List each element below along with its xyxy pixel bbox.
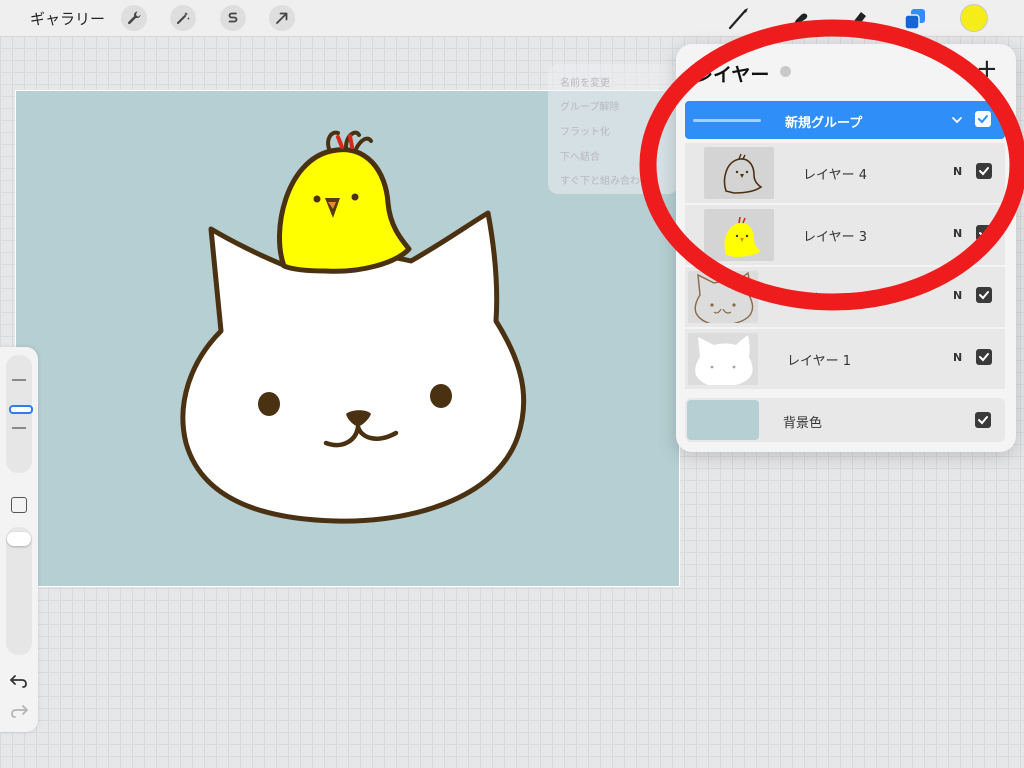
group-label: 新規グループ [785, 116, 863, 131]
modify-button[interactable] [11, 497, 27, 513]
redo-icon[interactable] [9, 701, 29, 719]
layer-name: レイヤー 1 [787, 354, 852, 369]
size-tick [12, 427, 26, 429]
layer-thumbnail [704, 209, 774, 261]
brush-size-slider[interactable] [6, 355, 33, 473]
layer-row-1[interactable]: レイヤー 1 N [685, 329, 1005, 389]
group-visibility-checkbox[interactable] [975, 111, 991, 127]
chevron-down-icon[interactable] [951, 114, 963, 126]
color-picker-button[interactable] [960, 4, 988, 32]
layer-thumbnail [704, 147, 774, 199]
blend-mode-button[interactable]: N [953, 289, 962, 302]
info-dot-icon [780, 66, 791, 77]
menu-item-combine-down[interactable]: すぐ下と組み合わせ [560, 172, 650, 187]
magic-wand-icon[interactable] [170, 5, 196, 31]
selection-s-icon[interactable] [220, 5, 246, 31]
layer-name: レイヤー 2 [787, 292, 852, 307]
layer-visibility-checkbox[interactable] [976, 287, 992, 303]
panel-title: レイヤー [694, 64, 770, 86]
smudge-icon[interactable] [786, 6, 812, 32]
background-color-swatch[interactable] [687, 400, 759, 440]
menu-item-rename[interactable]: 名前を変更 [560, 74, 610, 89]
layers-panel: レイヤー + 新規グループ レイヤー 4 N レイヤー 3 N レイヤー 2 N… [676, 44, 1016, 452]
layer-group-row[interactable]: 新規グループ [685, 101, 1005, 139]
size-tick [12, 379, 26, 381]
layer-visibility-checkbox[interactable] [976, 349, 992, 365]
menu-item-ungroup[interactable]: グループ解除 [560, 98, 619, 113]
layer-thumbnail [688, 271, 758, 323]
eraser-icon[interactable] [845, 6, 871, 32]
layers-icon[interactable] [902, 6, 928, 32]
layer-row-2[interactable]: レイヤー 2 N [685, 267, 1005, 327]
top-toolbar: ギャラリー [0, 0, 1024, 37]
group-thumbnail [693, 119, 761, 122]
menu-item-flatten[interactable]: フラット化 [560, 123, 610, 138]
brush-size-handle[interactable] [9, 405, 33, 414]
blend-mode-button[interactable]: N [953, 165, 962, 178]
blend-mode-button[interactable]: N [953, 351, 962, 364]
add-layer-button[interactable]: + [976, 56, 998, 82]
layer-row-3[interactable]: レイヤー 3 N [685, 205, 1005, 265]
undo-icon[interactable] [9, 671, 29, 689]
background-color-label: 背景色 [783, 416, 823, 431]
gallery-button[interactable]: ギャラリー [30, 8, 105, 29]
layer-thumbnail [688, 333, 758, 385]
left-sidebar [0, 347, 38, 732]
layer-visibility-checkbox[interactable] [976, 225, 992, 241]
background-color-row[interactable]: 背景色 [685, 398, 1005, 442]
layer-name: レイヤー 4 [803, 168, 868, 183]
layer-row-4[interactable]: レイヤー 4 N [685, 143, 1005, 203]
blend-mode-button[interactable]: N [953, 227, 962, 240]
brush-icon[interactable] [725, 6, 751, 32]
background-visibility-checkbox[interactable] [975, 412, 991, 428]
layer-name: レイヤー 3 [803, 230, 868, 245]
wrench-icon[interactable] [121, 5, 147, 31]
layer-options-menu: 名前を変更 グループ解除 フラット化 下へ結合 すぐ下と組み合わせ [548, 64, 678, 194]
arrow-cursor-icon[interactable] [269, 5, 295, 31]
layer-visibility-checkbox[interactable] [976, 163, 992, 179]
brush-opacity-handle[interactable] [7, 532, 31, 546]
menu-item-merge-down[interactable]: 下へ結合 [560, 148, 600, 163]
brush-opacity-slider[interactable] [6, 527, 32, 655]
